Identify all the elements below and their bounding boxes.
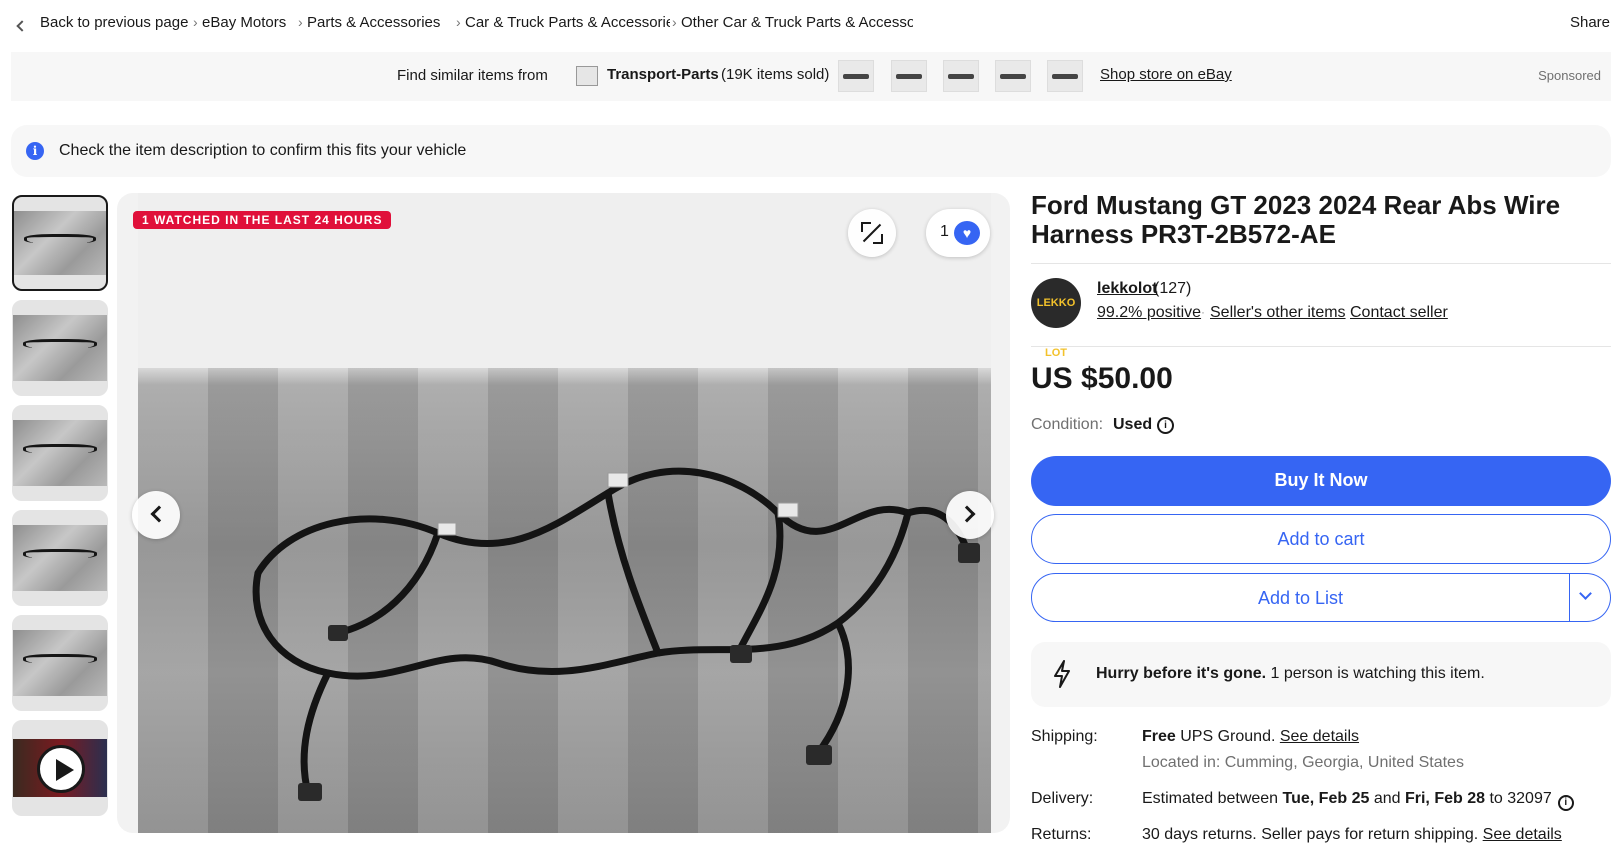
add-to-list-button[interactable]: Add to List xyxy=(1031,573,1570,622)
delivery-start: Tue, Feb 25 xyxy=(1282,790,1370,807)
store-item-thumbnail[interactable] xyxy=(891,60,927,92)
add-to-cart-button[interactable]: Add to cart xyxy=(1031,514,1611,564)
watch-button[interactable]: 1 ♥ xyxy=(926,209,990,257)
watch-count-badge: 1 WATCHED IN THE LAST 24 HOURS xyxy=(133,211,392,229)
watch-count: 1 xyxy=(940,223,949,240)
returns-see-details-link[interactable]: See details xyxy=(1483,826,1562,843)
thumbnail-2[interactable] xyxy=(12,300,108,396)
play-icon xyxy=(37,745,85,793)
condition-info-icon[interactable]: i xyxy=(1157,417,1174,434)
fitment-notice-text: Check the item description to confirm th… xyxy=(59,142,467,159)
returns-label: Returns: xyxy=(1031,826,1092,843)
breadcrumb-other-car-truck-parts[interactable]: Other Car & Truck Parts & Accessories xyxy=(681,14,913,31)
breadcrumb-separator: › xyxy=(298,14,303,30)
seller-other-items-link[interactable]: Seller's other items xyxy=(1210,304,1346,322)
thumbnail-4[interactable] xyxy=(12,510,108,606)
located-in-value: Cumming, Georgia, United States xyxy=(1224,754,1464,771)
breadcrumb: Back to previous page › eBay Motors › Pa… xyxy=(12,12,1610,36)
delivery-info-icon[interactable]: i xyxy=(1557,795,1574,811)
back-link-label: Back to previous page xyxy=(40,14,189,31)
buy-it-now-button[interactable]: Buy It Now xyxy=(1031,456,1611,506)
shipping-see-details-link[interactable]: See details xyxy=(1280,728,1359,745)
store-item-thumbnail[interactable] xyxy=(995,60,1031,92)
previous-image-button[interactable] xyxy=(132,491,180,539)
expand-icon xyxy=(861,222,883,244)
store-item-thumbnail[interactable] xyxy=(943,60,979,92)
heart-icon: ♥ xyxy=(954,221,980,245)
info-icon: i xyxy=(26,142,44,160)
chevron-right-icon xyxy=(958,505,976,523)
store-logo-icon xyxy=(576,66,598,86)
returns-policy: Seller pays for return shipping. xyxy=(1261,826,1479,843)
add-to-list-dropdown-button[interactable] xyxy=(1567,573,1611,622)
breadcrumb-ebay-motors[interactable]: eBay Motors xyxy=(202,14,286,31)
lightning-bolt-icon xyxy=(1054,660,1070,688)
breadcrumb-car-truck-parts[interactable]: Car & Truck Parts & Accessories xyxy=(465,14,670,31)
store-item-thumbnail[interactable] xyxy=(838,60,874,92)
shipping-method: UPS Ground. xyxy=(1180,728,1276,745)
back-link[interactable]: Back to previous page xyxy=(12,12,189,32)
video-thumbnail[interactable] xyxy=(12,720,108,816)
separator-dot: · xyxy=(1341,305,1345,319)
breadcrumb-separator: › xyxy=(193,14,198,30)
divider xyxy=(1031,263,1611,264)
item-title: Ford Mustang GT 2023 2024 Rear Abs Wire … xyxy=(1031,190,1561,249)
shipping-value: Free UPS Ground. See details xyxy=(1142,728,1359,746)
wire-harness-illustration xyxy=(252,467,980,801)
seller-name-link[interactable]: lekkolot xyxy=(1097,280,1157,298)
returns-days: 30 days returns. xyxy=(1142,826,1257,843)
urgency-text: Hurry before it's gone. 1 person is watc… xyxy=(1096,665,1485,683)
thumbnail-3[interactable] xyxy=(12,405,108,501)
delivery-value: Estimated between Tue, Feb 25 and Fri, F… xyxy=(1142,790,1574,811)
shipping-label: Shipping: xyxy=(1031,728,1098,745)
chevron-down-icon xyxy=(1579,587,1592,600)
store-items-sold: (19K items sold) xyxy=(721,66,830,83)
delivery-zip: to 32097 xyxy=(1489,790,1552,807)
delivery-end: Fri, Feb 28 xyxy=(1404,790,1486,807)
sponsored-label: Sponsored xyxy=(1538,68,1601,83)
fitment-notice: i Check the item description to confirm … xyxy=(11,125,1611,177)
seller-avatar[interactable]: LEKKO LOT xyxy=(1031,278,1081,359)
breadcrumb-separator: › xyxy=(456,14,461,30)
item-location: Located in: Cumming, Georgia, United Sta… xyxy=(1142,754,1464,772)
main-product-image[interactable]: 1 WATCHED IN THE LAST 24 HOURS 1 ♥ xyxy=(117,193,1010,833)
expand-image-button[interactable] xyxy=(848,209,896,257)
chevron-left-icon xyxy=(150,505,168,523)
store-item-thumbnail[interactable] xyxy=(1047,60,1083,92)
seller-feedback-count: (127) xyxy=(1154,280,1192,297)
shop-store-link[interactable]: Shop store on eBay xyxy=(1100,66,1232,83)
located-in-label: Located in: xyxy=(1142,754,1221,771)
find-similar-text: Find similar items from xyxy=(397,67,548,84)
delivery-prefix: Estimated between xyxy=(1142,790,1279,807)
share-link[interactable]: Share xyxy=(1570,14,1610,31)
urgency-banner: Hurry before it's gone. 1 person is watc… xyxy=(1031,642,1611,707)
seller-positive-link[interactable]: 99.2% positive xyxy=(1097,304,1201,322)
separator-dot: · xyxy=(1201,305,1205,319)
next-image-button[interactable] xyxy=(946,491,994,539)
breadcrumb-parts-accessories[interactable]: Parts & Accessories xyxy=(307,14,440,31)
condition-label: Condition: xyxy=(1031,416,1104,433)
thumbnail-1[interactable] xyxy=(12,195,108,291)
shipping-free: Free xyxy=(1142,728,1176,745)
delivery-label: Delivery: xyxy=(1031,790,1094,807)
divider xyxy=(1031,346,1611,347)
item-price: US $50.00 xyxy=(1031,362,1173,395)
delivery-and: and xyxy=(1373,790,1401,807)
urgency-bold: Hurry before it's gone. xyxy=(1096,665,1267,682)
urgency-rest: 1 person is watching this item. xyxy=(1266,665,1485,682)
breadcrumb-separator: › xyxy=(672,14,677,30)
returns-value: 30 days returns. Seller pays for return … xyxy=(1142,826,1562,844)
store-name-link[interactable]: Transport-Parts xyxy=(607,66,719,83)
thumbnail-5[interactable] xyxy=(12,615,108,711)
chevron-left-icon xyxy=(16,19,28,32)
contact-seller-link[interactable]: Contact seller xyxy=(1350,304,1448,322)
condition-value: Used xyxy=(1113,416,1153,433)
sponsored-store-bar: Find similar items from Transport-Parts … xyxy=(11,52,1611,101)
